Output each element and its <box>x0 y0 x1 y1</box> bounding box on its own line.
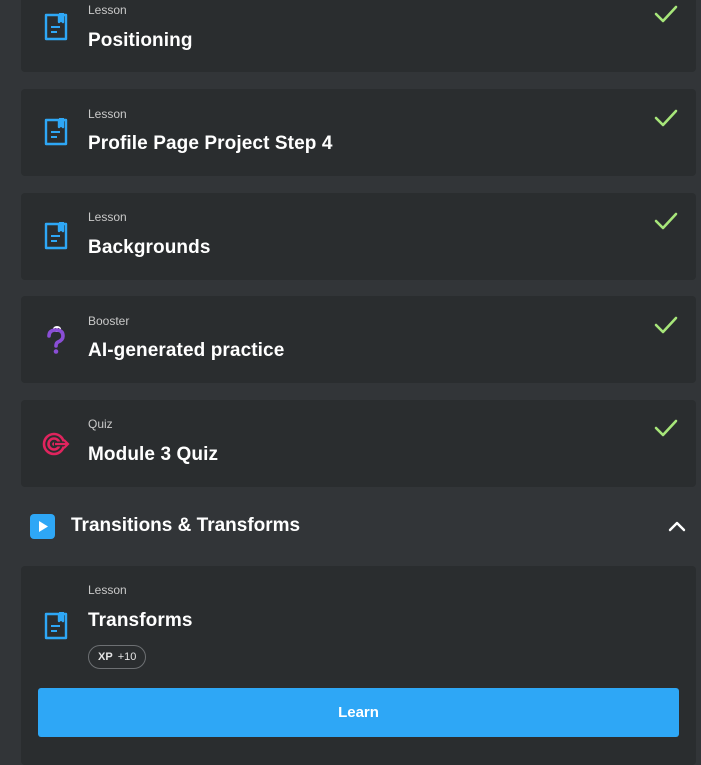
lesson-icon <box>44 118 68 146</box>
question-mark-icon <box>47 326 65 354</box>
item-title: Transforms <box>88 610 193 631</box>
xp-badge: XP +10 <box>88 645 147 669</box>
lesson-icon <box>44 13 68 41</box>
item-title: Profile Page Project Step 4 <box>88 133 333 154</box>
item-type-label: Lesson <box>88 210 127 224</box>
xp-value: +10 <box>117 651 137 663</box>
learn-button[interactable]: Learn <box>38 688 679 737</box>
check-icon <box>654 419 678 437</box>
lesson-card-profile-page-project[interactable]: Lesson Profile Page Project Step 4 <box>21 89 696 176</box>
section-title: Transitions & Transforms <box>71 515 301 536</box>
item-title: Module 3 Quiz <box>88 444 219 465</box>
section-header-transitions[interactable]: Transitions & Transforms <box>0 499 701 554</box>
lesson-icon <box>44 612 68 640</box>
item-title: Positioning <box>88 30 193 51</box>
item-type-label: Lesson <box>88 583 127 597</box>
booster-card-ai-practice[interactable]: Booster AI-generated practice <box>21 296 696 383</box>
check-icon <box>654 109 678 127</box>
target-icon <box>42 432 70 456</box>
play-icon <box>30 514 55 539</box>
lesson-card-backgrounds[interactable]: Lesson Backgrounds <box>21 193 696 280</box>
check-icon <box>654 5 678 23</box>
item-title: AI-generated practice <box>88 340 285 361</box>
lesson-icon <box>44 222 68 250</box>
check-icon <box>654 212 678 230</box>
item-title: Backgrounds <box>88 237 211 258</box>
item-type-label: Booster <box>88 314 130 328</box>
xp-label: XP <box>98 651 113 663</box>
lesson-card-positioning[interactable]: Lesson Positioning <box>21 0 696 72</box>
chevron-up-icon[interactable] <box>667 516 687 536</box>
check-icon <box>654 316 678 334</box>
item-type-label: Lesson <box>88 107 127 121</box>
quiz-card-module-3[interactable]: Quiz Module 3 Quiz <box>21 400 696 487</box>
item-type-label: Quiz <box>88 417 113 431</box>
item-type-label: Lesson <box>88 3 127 17</box>
